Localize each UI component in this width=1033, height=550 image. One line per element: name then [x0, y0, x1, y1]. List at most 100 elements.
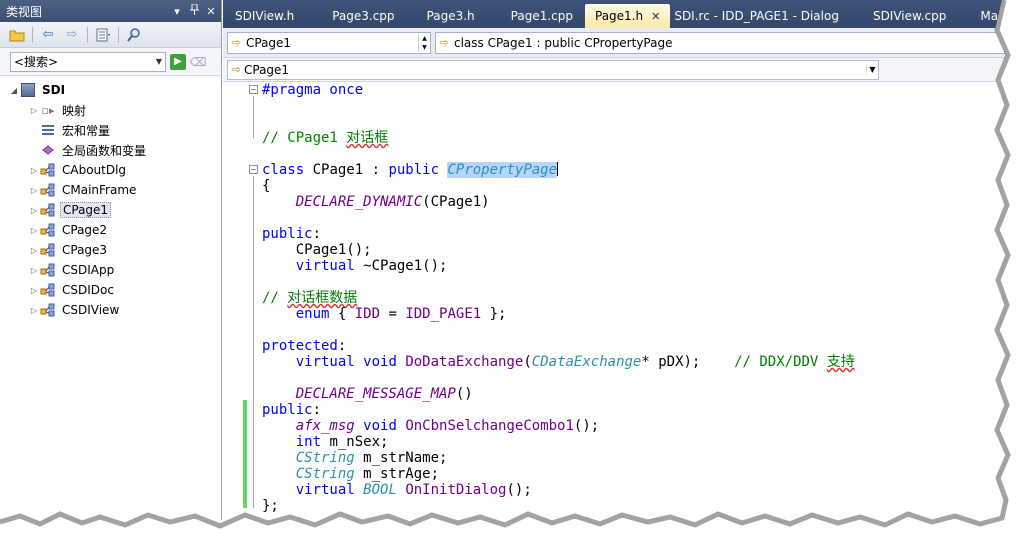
code-line: public:	[262, 226, 322, 242]
tree-node-maps[interactable]: ▷ ▫▸ 映射	[0, 100, 221, 120]
tab-sdiview-cpp[interactable]: SDIView.cpp	[851, 4, 956, 28]
search-go-icon[interactable]: ▶	[170, 53, 186, 70]
code-line: protected:	[262, 338, 347, 354]
expand-icon[interactable]: ▷	[28, 266, 40, 275]
tab-page1-h[interactable]: Page1.h ✕	[585, 4, 671, 28]
spin-icon[interactable]: ▲ ▼	[418, 33, 430, 52]
code-line: CPage1();	[262, 242, 372, 258]
class-arrow-icon: ⇨	[231, 36, 241, 49]
new-folder-icon[interactable]	[8, 26, 26, 44]
class-icon	[40, 202, 56, 218]
code-line: enum { IDD = IDD_PAGE1 };	[295, 306, 507, 322]
class-icon	[40, 282, 56, 298]
expand-icon[interactable]: ▷	[28, 286, 40, 295]
expand-icon[interactable]: ▷	[28, 166, 40, 175]
member-dropdown[interactable]: ⇨ class CPage1 : public CPropertyPage	[435, 31, 1005, 54]
tree-node-globals[interactable]: 全局函数和变量	[0, 140, 221, 160]
tab-page3-h[interactable]: Page3.h	[407, 4, 485, 28]
map-icon: ▫▸	[41, 103, 55, 117]
expand-icon[interactable]: ▷	[28, 306, 40, 315]
pin-icon[interactable]	[187, 3, 201, 18]
tab-sdi-rc-dialog[interactable]: SDI.rc - IDD_PAGE1 - Dialog	[672, 4, 849, 28]
forward-arrow-icon[interactable]: ⇨	[63, 26, 81, 44]
code-line: DECLARE_MESSAGE_MAP()	[295, 386, 473, 402]
back-arrow-icon[interactable]: ⇦	[39, 26, 57, 44]
class-icon	[40, 222, 56, 238]
tree-node-caboutdlg[interactable]: ▷ CAboutDlg	[0, 160, 221, 180]
code-text-area[interactable]: − #pragma once // CPage1 对话框 − class CPage…	[223, 82, 1033, 520]
scope-dropdown[interactable]: ⇨ CPage1 ▼	[227, 59, 879, 80]
close-tab-icon[interactable]: ✕	[651, 10, 660, 23]
close-icon[interactable]: ✕	[204, 5, 218, 18]
search-input[interactable]: <搜索> ▼	[10, 51, 166, 72]
tree-node-label: CPage2	[62, 223, 108, 237]
tree-node-label: CSDIApp	[62, 263, 115, 277]
tab-page1-cpp[interactable]: Page1.cpp	[487, 4, 583, 28]
tree-node-csdidoc[interactable]: ▷ CSDIDoc	[0, 280, 221, 300]
code-line: };	[262, 498, 279, 514]
tree-node-cpage2[interactable]: ▷ CPage2	[0, 220, 221, 240]
class-view-toolbar: ⇦ ⇨	[0, 22, 221, 48]
fold-toggle-icon[interactable]: −	[249, 165, 258, 174]
tree-node-cpage3[interactable]: ▷ CPage3	[0, 240, 221, 260]
tree-node-csdiview[interactable]: ▷ CSDIView	[0, 300, 221, 320]
scope-arrow-icon: ⇨	[231, 63, 241, 76]
tab-label: Page1.h	[595, 9, 644, 23]
scope-dropdown-value: CPage1	[244, 62, 290, 77]
tab-sdiview-h[interactable]: SDIView.h	[225, 4, 304, 28]
tree-node-csdiapp[interactable]: ▷ CSDIApp	[0, 260, 221, 280]
tab-label: SDIView.h	[235, 9, 295, 23]
tree-node-cmainframe[interactable]: ▷ CMainFrame	[0, 180, 221, 200]
code-line: DECLARE_DYNAMIC(CPage1)	[295, 194, 490, 210]
code-line: public:	[262, 402, 322, 418]
chevron-down-icon[interactable]: ▼	[866, 65, 878, 74]
solution-icon	[20, 82, 36, 98]
tree-node-label: CPage3	[62, 243, 108, 257]
window-position-dropdown-icon[interactable]: ▾	[170, 5, 184, 18]
expand-icon[interactable]: ▷	[28, 206, 40, 215]
code-line: // 对话框数据	[262, 290, 358, 306]
fold-guide	[253, 176, 254, 508]
tree-node-cpage1[interactable]: ▷ CPage1	[0, 200, 221, 220]
chevron-down-icon[interactable]: ▼	[153, 57, 165, 66]
search-icon[interactable]	[125, 26, 143, 44]
class-icon	[40, 162, 56, 178]
document-tab-bar: SDIView.h Page3.cpp Page3.h Page1.cpp Pa…	[223, 0, 1033, 28]
tab-label: SDIView.cpp	[872, 9, 947, 23]
code-line: {	[262, 178, 271, 194]
tree-node-label: CPage1	[60, 202, 112, 218]
settings-list-icon[interactable]	[94, 26, 112, 44]
class-view-title: 类视图	[6, 4, 43, 19]
member-arrow-icon: ⇨	[439, 36, 449, 49]
code-line: afx_msg void OnCbnSelchangeCombo1();	[295, 418, 600, 434]
collapse-icon[interactable]: ◢	[8, 86, 20, 95]
macro-icon	[40, 122, 56, 138]
expand-icon[interactable]: ▷	[28, 246, 40, 255]
tree-node-macros[interactable]: 宏和常量	[0, 120, 221, 140]
expand-icon[interactable]: ▷	[28, 186, 40, 195]
expand-icon[interactable]: ▷	[28, 106, 40, 115]
tree-node-label: CMainFrame	[62, 183, 137, 197]
fold-toggle-icon[interactable]: −	[249, 85, 258, 94]
toolbar-separator	[32, 26, 33, 43]
code-line: − #pragma once	[249, 82, 855, 98]
code-editor: SDIView.h Page3.cpp Page3.h Page1.cpp Pa…	[223, 0, 1033, 520]
clear-search-icon[interactable]: ⌫	[190, 54, 207, 70]
code-line: CString m_strAge;	[295, 466, 440, 482]
code-lines: − #pragma once // CPage1 对话框 − class CPage…	[249, 82, 855, 514]
tree-node-sdi[interactable]: ◢ SDI	[0, 80, 221, 100]
toolbar-separator	[87, 26, 88, 43]
search-input-text: <搜索>	[14, 55, 59, 69]
class-dropdown[interactable]: ⇨ CPage1 ▲ ▼	[227, 31, 431, 54]
tab-page3-cpp[interactable]: Page3.cpp	[306, 4, 404, 28]
tab-mainframe[interactable]: MainF	[958, 4, 1026, 28]
tab-label: Page1.cpp	[510, 9, 573, 23]
expand-icon[interactable]: ▷	[28, 226, 40, 235]
class-view-search-row: <搜索> ▼ ▶ ⌫	[0, 48, 221, 76]
tab-label: MainF	[980, 9, 1016, 23]
